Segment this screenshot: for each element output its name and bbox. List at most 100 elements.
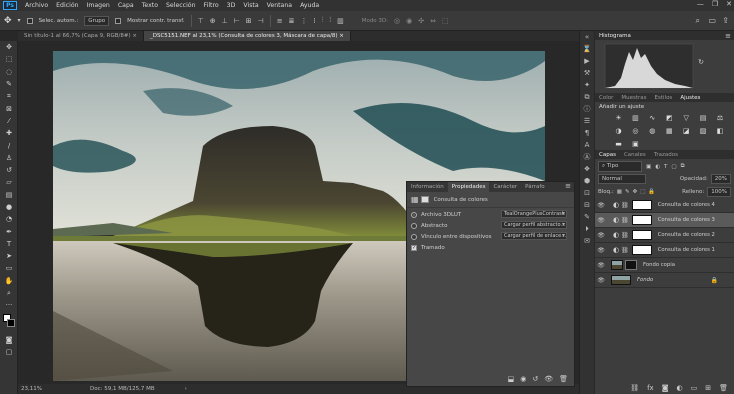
maximize-icon[interactable]: ❐ xyxy=(712,0,718,8)
tab-caracter[interactable]: Carácter xyxy=(489,182,521,192)
hue-saturation-icon[interactable]: ▤ xyxy=(699,114,708,123)
more-tools-icon[interactable]: ··· xyxy=(0,299,18,311)
view-previous-icon[interactable]: ◉ xyxy=(520,375,526,383)
layer-name[interactable]: Consulta de colores 2 xyxy=(658,232,715,238)
tab-muestras[interactable]: Muestras xyxy=(617,95,650,101)
layer-row[interactable]: 👁 Fondo copia xyxy=(595,258,734,273)
eraser-tool-icon[interactable]: ▱ xyxy=(0,176,18,188)
fill-input[interactable]: 100% xyxy=(707,187,731,197)
quick-mask-icon[interactable]: ◙ xyxy=(0,334,18,346)
layer-name[interactable]: Consulta de colores 4 xyxy=(658,202,715,208)
curves-icon[interactable]: ∿ xyxy=(648,114,657,123)
auto-select-dropdown[interactable]: Grupo xyxy=(84,15,110,26)
lock-artboard-icon[interactable]: ⬚ xyxy=(640,189,645,195)
pen-tool-icon[interactable]: ✒ xyxy=(0,225,18,237)
layer-mask-thumbnail[interactable] xyxy=(625,260,637,270)
share-icon[interactable]: ⇪ xyxy=(722,16,729,25)
tab-parrafo[interactable]: Párrafo xyxy=(521,182,549,192)
menu-item-ayuda[interactable]: Ayuda xyxy=(296,2,323,9)
menu-item-3d[interactable]: 3D xyxy=(223,2,240,9)
filter-smart-icon[interactable]: ⧉ xyxy=(681,163,685,170)
histogram-refresh-icon[interactable]: ↻ xyxy=(698,58,704,66)
layer-name[interactable]: Consulta de colores 1 xyxy=(658,247,715,253)
selective-color-icon[interactable]: ▣ xyxy=(631,140,640,149)
properties-icon[interactable]: ☰ xyxy=(580,115,594,127)
tab-trazados[interactable]: Trazados xyxy=(650,152,682,158)
radio-3dlut[interactable] xyxy=(411,211,417,218)
levels-icon[interactable]: ▥ xyxy=(631,114,640,123)
distribute-icon[interactable]: ≣ xyxy=(289,17,295,25)
layer-thumbnail[interactable] xyxy=(611,275,631,285)
notes-icon[interactable]: ✉ xyxy=(580,235,594,247)
3d-slide-icon[interactable]: ⇔ xyxy=(430,17,436,25)
eye-icon[interactable]: 👁 xyxy=(595,277,607,284)
type-tool-icon[interactable]: T xyxy=(0,238,18,250)
eye-icon[interactable]: 👁 xyxy=(595,217,607,224)
path-select-icon[interactable]: ➤ xyxy=(0,250,18,262)
lock-move-icon[interactable]: ✥ xyxy=(633,189,638,195)
distribute-icon[interactable]: ⁞ xyxy=(314,17,316,25)
channel-mixer-icon[interactable]: ◍ xyxy=(648,127,657,136)
lock-pixels-icon[interactable]: ▦ xyxy=(617,189,622,195)
blend-mode-dropdown[interactable]: Normal xyxy=(598,174,646,184)
stamp-tool-icon[interactable]: ♙ xyxy=(0,152,18,164)
tab-capas[interactable]: Capas xyxy=(595,152,620,158)
libraries-icon[interactable]: ❖ xyxy=(580,163,594,175)
gradient-tool-icon[interactable]: ▤ xyxy=(0,189,18,201)
history-brush-icon[interactable]: ↺ xyxy=(0,164,18,176)
delete-layer-icon[interactable]: 🗑 xyxy=(719,384,728,392)
menu-item-imagen[interactable]: Imagen xyxy=(83,2,114,9)
clip-to-layer-icon[interactable]: ⬓ xyxy=(508,375,515,383)
reset-icon[interactable]: ↺ xyxy=(532,375,538,383)
tab-propiedades[interactable]: Propiedades xyxy=(447,182,490,192)
menu-item-ventana[interactable]: Ventana xyxy=(263,2,296,9)
posterize-icon[interactable]: ▨ xyxy=(699,127,708,136)
align-bottom-icon[interactable]: ⊥ xyxy=(222,17,228,25)
status-arrow-icon[interactable]: › xyxy=(185,386,187,392)
dodge-tool-icon[interactable]: ◔ xyxy=(0,213,18,225)
menu-item-vista[interactable]: Vista xyxy=(239,2,262,9)
layer-row[interactable]: 👁 ◐ ⛓ Consulta de colores 4 xyxy=(595,198,734,213)
gradient-map-icon[interactable]: ▬ xyxy=(614,140,623,149)
layer-mask-thumbnail[interactable] xyxy=(631,245,652,255)
search-icon[interactable]: ⌕ xyxy=(696,16,700,26)
filter-shape-icon[interactable]: ▢ xyxy=(671,164,676,170)
filter-type-icon[interactable]: T xyxy=(664,164,667,170)
menu-item-seleccion[interactable]: Selección xyxy=(162,2,200,9)
dropdown-vinculo[interactable]: Cargar perfil de enlace... xyxy=(501,232,567,240)
mask-icon[interactable] xyxy=(420,196,429,203)
move-tool-icon[interactable]: ✥ xyxy=(4,16,12,26)
navigator-icon[interactable]: ⊡ xyxy=(580,187,594,199)
link-layers-icon[interactable]: ⛓ xyxy=(630,384,639,392)
filter-adjust-icon[interactable]: ◐ xyxy=(655,164,660,170)
tab-sin-titulo[interactable]: Sin título-1 al 66,7% (Capa 9, RGB/8#) × xyxy=(18,31,144,41)
3d-scale-icon[interactable]: ⬚ xyxy=(442,17,449,25)
quick-select-tool-icon[interactable]: ✎ xyxy=(0,78,18,90)
paragraph-icon[interactable]: ¶ xyxy=(580,127,594,139)
layer-name[interactable]: Consulta de colores 3 xyxy=(658,217,715,223)
photo-filter-icon[interactable]: ◎ xyxy=(631,127,640,136)
color-lookup-icon[interactable]: ▦ xyxy=(665,127,674,136)
eyedropper-tool-icon[interactable]: ⁄ xyxy=(0,115,18,127)
layer-row[interactable]: 👁 ◐ ⛓ Consulta de colores 1 xyxy=(595,243,734,258)
menu-item-filtro[interactable]: Filtro xyxy=(200,2,223,9)
color-swatches-icon[interactable] xyxy=(0,312,18,334)
dropdown-3dlut[interactable]: TealOrangePlusContrast... xyxy=(501,210,567,218)
link-icon[interactable]: ⛓ xyxy=(621,247,629,254)
tab-color[interactable]: Color xyxy=(595,95,617,101)
black-white-icon[interactable]: ◑ xyxy=(614,127,623,136)
tab-ajustes[interactable]: Ajustes xyxy=(676,95,704,101)
invert-icon[interactable]: ◪ xyxy=(682,127,691,136)
layer-mask-thumbnail[interactable] xyxy=(631,230,652,240)
tab-histograma[interactable]: Histograma xyxy=(595,33,635,39)
layer-name[interactable]: Fondo copia xyxy=(643,262,675,268)
align-right-icon[interactable]: ⊣ xyxy=(258,17,264,25)
distribute-icon[interactable]: ⦙ xyxy=(330,16,332,25)
character-icon[interactable]: A xyxy=(580,139,594,151)
close-icon[interactable]: ✕ xyxy=(726,0,732,8)
3d-icon[interactable]: ⬢ xyxy=(580,175,594,187)
tab-estilos[interactable]: Estilos xyxy=(651,95,677,101)
actions-icon[interactable]: ▶ xyxy=(580,55,594,67)
healing-brush-icon[interactable]: ✚ xyxy=(0,127,18,139)
tramado-checkbox[interactable]: ✓ xyxy=(411,244,417,251)
